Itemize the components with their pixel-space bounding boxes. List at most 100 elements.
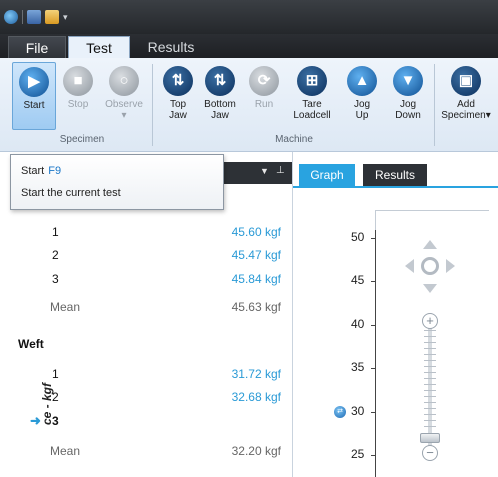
tab-results-panel[interactable]: Results [363, 164, 427, 186]
row-number: 2 [52, 248, 59, 262]
observe-label: Observe [105, 99, 143, 110]
stop-label: Stop [67, 99, 89, 110]
bottom-jaw-icon: ⇅ [205, 66, 235, 96]
pan-left-icon[interactable] [405, 259, 414, 273]
jog-up-button[interactable]: ▲ Jog Up [340, 62, 384, 130]
jog-down-icon: ▼ [393, 66, 423, 96]
list-item[interactable]: 2 45.47 kgf [0, 245, 292, 267]
observe-button[interactable]: ○ Observe ▾ [102, 62, 146, 130]
pan-right-icon[interactable] [446, 259, 455, 273]
zoom-slider-thumb[interactable] [420, 433, 440, 443]
jog-up-icon: ▲ [347, 66, 377, 96]
list-item[interactable]: 1 45.60 kgf [0, 222, 292, 244]
zoom-in-icon[interactable]: + [422, 313, 438, 329]
tare-loadcell-icon: ⊞ [297, 66, 327, 96]
qat-separator [22, 10, 23, 24]
zoom-out-icon[interactable]: − [422, 445, 438, 461]
pan-center-icon[interactable] [421, 257, 439, 275]
tab-results[interactable]: Results [140, 36, 202, 58]
tooltip-shortcut: F9 [48, 165, 62, 177]
y-tick [371, 281, 376, 282]
pan-control[interactable] [405, 240, 455, 294]
section-title-weft: Weft [18, 337, 44, 351]
open-folder-icon[interactable] [45, 10, 59, 24]
row-value: 32.68 kgf [231, 390, 281, 404]
row-number: 1 [52, 225, 59, 239]
tooltip-description: Start the current test [21, 187, 121, 199]
graph-tabs: Graph Results [293, 152, 498, 188]
tooltip-title: Start [21, 165, 45, 177]
tare-loadcell-button[interactable]: ⊞ Tare Loadcell [290, 62, 334, 130]
row-number: 3 [52, 272, 59, 286]
tab-file[interactable]: File [8, 36, 66, 58]
stop-button[interactable]: ■ Stop [56, 62, 100, 130]
row-number: 1 [52, 367, 59, 381]
pin-icon[interactable]: ⊥ [276, 165, 285, 176]
bottom-jaw-button[interactable]: ⇅ Bottom Jaw [198, 62, 242, 130]
start-tooltip: Start F9 Start the current test [10, 154, 224, 210]
mean-row: Mean 32.20 kgf [0, 441, 292, 463]
group-separator [434, 64, 435, 146]
run-label: Run [254, 99, 274, 110]
tooltip-title-row: Start F9 [21, 165, 61, 177]
tab-graph[interactable]: Graph [299, 164, 355, 186]
zoom-slider-ticks [424, 330, 436, 430]
tab-test[interactable]: Test [68, 36, 130, 59]
app-icon[interactable] [4, 10, 18, 24]
y-tick [371, 368, 376, 369]
add-specimen-button[interactable]: ▣ Add Specimen▾ [440, 62, 492, 130]
top-jaw-label-2: Jaw [169, 110, 187, 121]
tare-label-1: Tare [302, 99, 322, 110]
top-jaw-button[interactable]: ⇅ Top Jaw [156, 62, 200, 130]
y-tick-label: 40 [351, 317, 365, 331]
play-icon: ▶ [19, 67, 49, 97]
top-jaw-icon: ⇅ [163, 66, 193, 96]
pan-up-icon[interactable] [423, 240, 437, 249]
pan-down-icon[interactable] [423, 284, 437, 293]
group-label-specimen: Specimen [59, 134, 105, 145]
y-axis-label: ce - kgf [40, 382, 54, 425]
run-button[interactable]: ⟳ Run [242, 62, 286, 130]
mean-value: 32.20 kgf [231, 444, 281, 458]
tare-label-2: Loadcell [293, 110, 331, 121]
row-value: 31.72 kgf [231, 367, 281, 381]
y-tick-label: 35 [351, 360, 365, 374]
panel-dropdown-icon[interactable]: ▼ [260, 166, 269, 176]
jog-down-label-1: Jog [399, 99, 417, 110]
jog-up-label-1: Jog [353, 99, 371, 110]
graph-area[interactable]: 50 45 40 35 30 25 [293, 190, 498, 477]
run-icon: ⟳ [249, 66, 279, 96]
y-tick-label: 30 [351, 404, 365, 418]
mean-row: Mean 45.63 kgf [0, 297, 292, 319]
title-bar: ▾ [0, 0, 498, 34]
start-label: Start [23, 100, 45, 111]
group-label-machine: Machine [275, 134, 313, 145]
add-specimen-label-2: Specimen▾ [441, 110, 491, 121]
magnifier-icon: ○ [109, 66, 139, 96]
ribbon-tab-row: File Test Results [0, 34, 498, 59]
observe-dropdown-icon: ▾ [121, 110, 127, 121]
axis-marker-icon[interactable]: ⇄ [334, 406, 346, 418]
y-tick [371, 238, 376, 239]
bottom-jaw-label-1: Bottom [204, 99, 236, 110]
y-tick [371, 455, 376, 456]
y-tick [371, 412, 376, 413]
quick-access-toolbar: ▾ [4, 10, 73, 24]
jog-up-label-2: Up [355, 110, 369, 121]
stop-icon: ■ [63, 66, 93, 96]
y-tick-label: 50 [351, 230, 365, 244]
mean-label: Mean [50, 444, 81, 458]
y-tick-label: 25 [351, 447, 365, 461]
bottom-jaw-label-2: Jaw [211, 110, 229, 121]
save-icon[interactable] [27, 10, 41, 24]
jog-down-button[interactable]: ▼ Jog Down [386, 62, 430, 130]
row-value: 45.47 kgf [231, 248, 281, 262]
start-button[interactable]: ▶ Start [12, 62, 56, 130]
y-tick [371, 325, 376, 326]
row-value: 45.60 kgf [231, 225, 281, 239]
ribbon: ▶ Start ■ Stop ○ Observe ▾ Specimen ⇅ To… [0, 58, 498, 152]
list-item[interactable]: 3 45.84 kgf [0, 269, 292, 291]
row-value: 45.84 kgf [231, 272, 281, 286]
add-specimen-label-1: Add [457, 99, 475, 110]
qat-customize-icon[interactable]: ▾ [63, 12, 73, 23]
